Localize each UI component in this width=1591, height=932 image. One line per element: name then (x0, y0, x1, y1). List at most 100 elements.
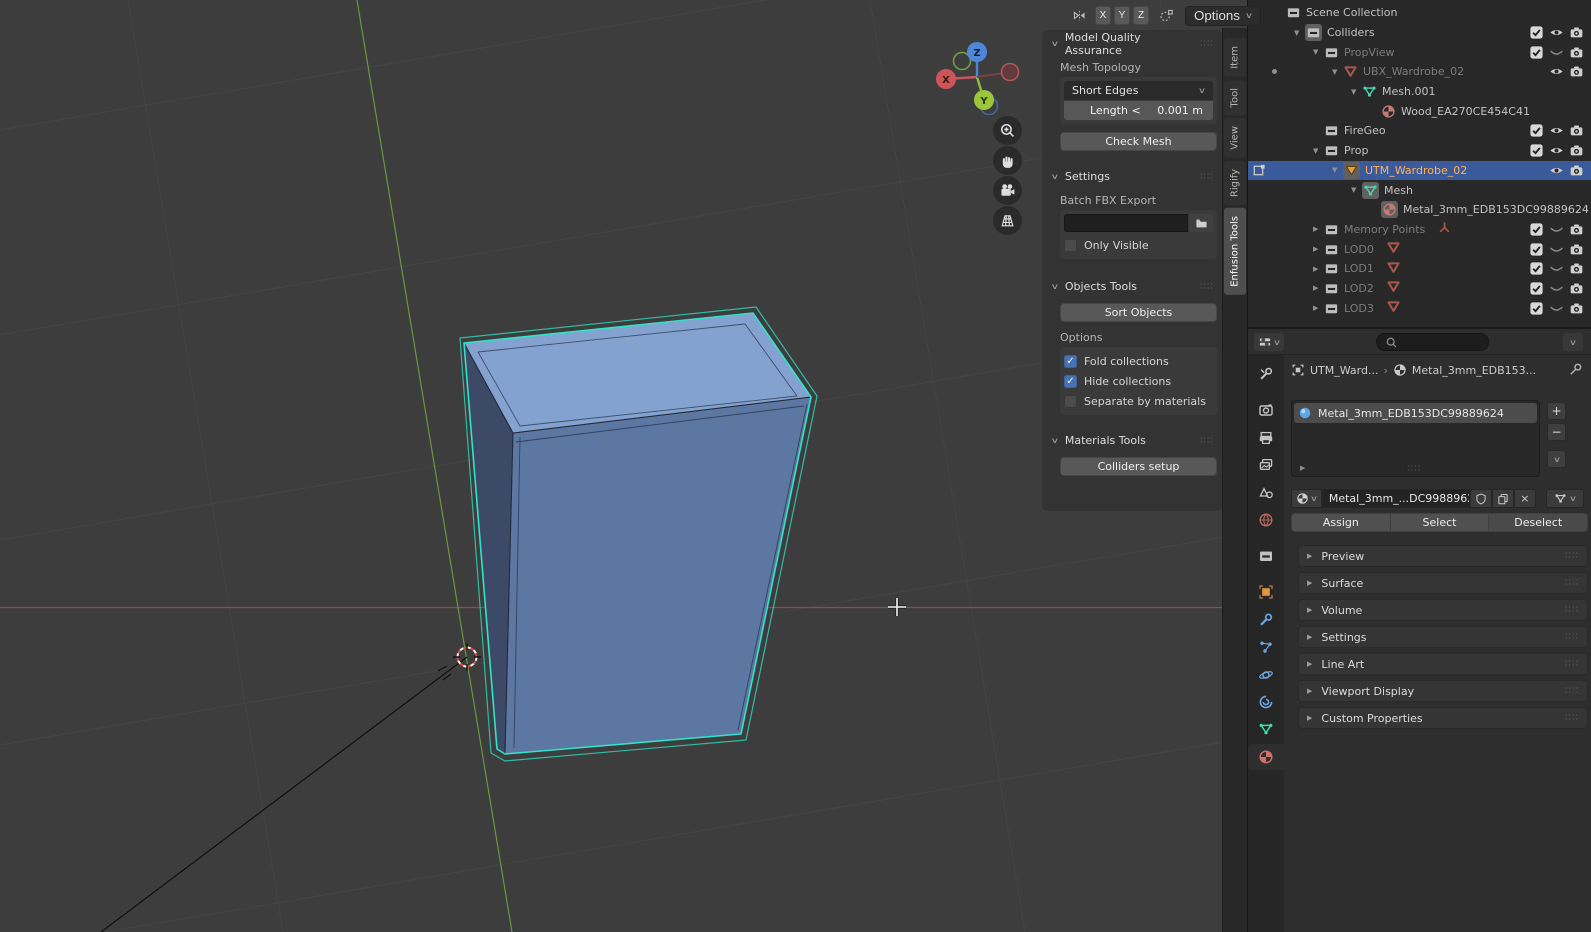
proportional-editing-icon[interactable] (1159, 8, 1174, 23)
outliner-row-prop[interactable]: ▼Prop (1248, 141, 1591, 161)
eye-open-icon[interactable] (1549, 123, 1564, 138)
resize-handle-dots[interactable] (1407, 465, 1421, 473)
filter-dropdown[interactable]: ∨ (1563, 333, 1583, 351)
material-name-field[interactable]: Metal_3mm_...DC99889624 (1322, 489, 1470, 508)
properties-tab-object[interactable] (1248, 579, 1284, 605)
collection-checkbox[interactable] (1529, 143, 1544, 158)
panel-settings[interactable]: ▶Settings (1298, 626, 1588, 648)
properties-tab-particles[interactable] (1248, 634, 1284, 660)
drag-handle-dots[interactable] (1200, 173, 1214, 181)
eye-closed-icon[interactable] (1549, 281, 1564, 296)
drag-handle-dots[interactable] (1565, 606, 1579, 614)
sidebar-tab-view[interactable]: View (1224, 118, 1246, 158)
deselect-button[interactable]: Deselect (1489, 513, 1588, 532)
collection-checkbox[interactable] (1529, 242, 1544, 257)
eye-closed-icon[interactable] (1549, 301, 1564, 316)
expand-down-arrow[interactable]: ▼ (1351, 88, 1362, 96)
outliner-row-firegeo[interactable]: FireGeo (1248, 121, 1591, 141)
properties-tab-tool[interactable] (1248, 361, 1284, 387)
expand-right-arrow[interactable]: ▶ (1313, 265, 1324, 273)
sidebar-tab-enfusion-tools[interactable]: Enfusion Tools (1224, 208, 1246, 295)
panel-header-settings[interactable]: ∨ Settings (1042, 168, 1222, 185)
expand-down-arrow[interactable]: ▼ (1313, 48, 1324, 56)
colliders-setup-button[interactable]: Colliders setup (1060, 457, 1217, 476)
outliner-row-propview[interactable]: ▼PropView (1248, 42, 1591, 62)
file-browse-button[interactable] (1189, 214, 1213, 232)
mirror-x-button[interactable]: X (1095, 6, 1111, 25)
search-input[interactable] (1376, 333, 1489, 351)
drag-handle-dots[interactable] (1565, 633, 1579, 641)
properties-tab-scene[interactable] (1248, 480, 1284, 506)
outliner-row-memory-points[interactable]: ▶Memory Points (1248, 220, 1591, 240)
camera-toggle-icon[interactable] (1569, 45, 1584, 60)
outliner-row-utm-wardrobe-02[interactable]: ▼UTM_Wardrobe_02 (1248, 161, 1591, 181)
browse-material-dropdown[interactable]: ∨ (1291, 489, 1322, 508)
camera-toggle-icon[interactable] (1569, 163, 1584, 178)
collection-checkbox[interactable] (1529, 301, 1544, 316)
only-visible-checkbox[interactable]: ✓ (1064, 239, 1077, 252)
slot-list-expand-arrow[interactable]: ▶ (1300, 464, 1305, 472)
outliner-row-mesh[interactable]: ▼Mesh (1248, 180, 1591, 200)
editor-type-dropdown[interactable]: ∨ (1254, 333, 1284, 351)
drag-handle-dots[interactable] (1565, 714, 1579, 722)
expand-right-arrow[interactable]: ▶ (1313, 245, 1324, 253)
breadcrumb-material[interactable]: Metal_3mm_EDB153... (1412, 364, 1536, 377)
eye-open-icon[interactable] (1549, 163, 1564, 178)
properties-tab-world[interactable] (1248, 507, 1284, 533)
drag-handle-dots[interactable] (1565, 552, 1579, 560)
gizmo-y-axis[interactable]: Y (974, 90, 994, 110)
slot-specials-dropdown[interactable]: ∨ (1547, 450, 1566, 468)
eye-open-icon[interactable] (1549, 143, 1564, 158)
eye-closed-icon[interactable] (1549, 261, 1564, 276)
expand-right-arrow[interactable]: ▶ (1313, 284, 1324, 292)
collection-checkbox[interactable] (1529, 261, 1544, 276)
unlink-material-button[interactable]: × (1514, 489, 1536, 508)
properties-tab-object-data[interactable] (1248, 716, 1284, 742)
expand-down-arrow[interactable]: ▼ (1332, 68, 1343, 76)
expand-right-arrow[interactable]: ▶ (1313, 304, 1324, 312)
sidebar-tab-tool[interactable]: Tool (1224, 80, 1246, 115)
sort-objects-button[interactable]: Sort Objects (1060, 303, 1217, 322)
expand-down-arrow[interactable]: ▼ (1351, 186, 1362, 194)
outliner-row-metal-3mm-edb153dc99889624[interactable]: Metal_3mm_EDB153DC99889624 (1248, 200, 1591, 220)
link-material-dropdown[interactable]: ∨ (1546, 489, 1584, 508)
eye-open-icon[interactable] (1549, 25, 1564, 40)
mirror-z-button[interactable]: Z (1133, 6, 1149, 25)
camera-toggle-icon[interactable] (1569, 143, 1584, 158)
camera-toggle-icon[interactable] (1569, 222, 1584, 237)
export-path-field[interactable] (1064, 214, 1188, 232)
expand-down-arrow[interactable]: ▼ (1294, 29, 1305, 37)
camera-toggle-icon[interactable] (1569, 301, 1584, 316)
drag-handle-dots[interactable] (1200, 40, 1214, 48)
camera-toggle-icon[interactable] (1569, 25, 1584, 40)
panel-viewport-display[interactable]: ▶Viewport Display (1298, 680, 1588, 702)
panel-header-materials-tools[interactable]: ∨ Materials Tools (1042, 432, 1222, 449)
outliner-row-scene-collection[interactable]: Scene Collection (1248, 3, 1591, 23)
camera-toggle-icon[interactable] (1569, 242, 1584, 257)
camera-toggle-icon[interactable] (1569, 123, 1584, 138)
breadcrumb-object[interactable]: UTM_Ward... (1310, 364, 1378, 377)
properties-tab-view-layer[interactable] (1248, 452, 1284, 478)
camera-view-button[interactable] (993, 176, 1022, 205)
panel-header-model-quality[interactable]: ∨ Model Quality Assurance (1042, 35, 1222, 52)
expand-down-arrow[interactable]: ▼ (1313, 147, 1324, 155)
pin-icon[interactable] (1568, 362, 1583, 377)
drag-handle-dots[interactable] (1200, 283, 1214, 291)
select-button[interactable]: Select (1391, 513, 1490, 532)
outliner-row-lod3[interactable]: ▶LOD3 (1248, 298, 1591, 318)
drag-handle-dots[interactable] (1200, 437, 1214, 445)
gizmo-z-axis[interactable]: Z (967, 42, 987, 62)
outliner-row-wood-ea270ce454c41[interactable]: Wood_EA270CE454C41 (1248, 101, 1591, 121)
assign-button[interactable]: Assign (1291, 513, 1391, 532)
gizmo-neg-x[interactable] (1002, 64, 1019, 81)
fake-user-shield-button[interactable] (1470, 489, 1492, 508)
properties-tab-modifiers[interactable] (1248, 607, 1284, 633)
panel-custom-properties[interactable]: ▶Custom Properties (1298, 707, 1588, 729)
pan-tool-button[interactable] (993, 146, 1022, 175)
outliner-row-lod0[interactable]: ▶LOD0 (1248, 239, 1591, 259)
camera-toggle-icon[interactable] (1569, 261, 1584, 276)
check-mesh-button[interactable]: Check Mesh (1060, 132, 1217, 151)
drag-handle-dots[interactable] (1565, 687, 1579, 695)
edge-mode-dropdown[interactable]: Short Edges ∨ (1064, 81, 1213, 100)
gizmo-x-axis[interactable]: X (936, 69, 956, 89)
